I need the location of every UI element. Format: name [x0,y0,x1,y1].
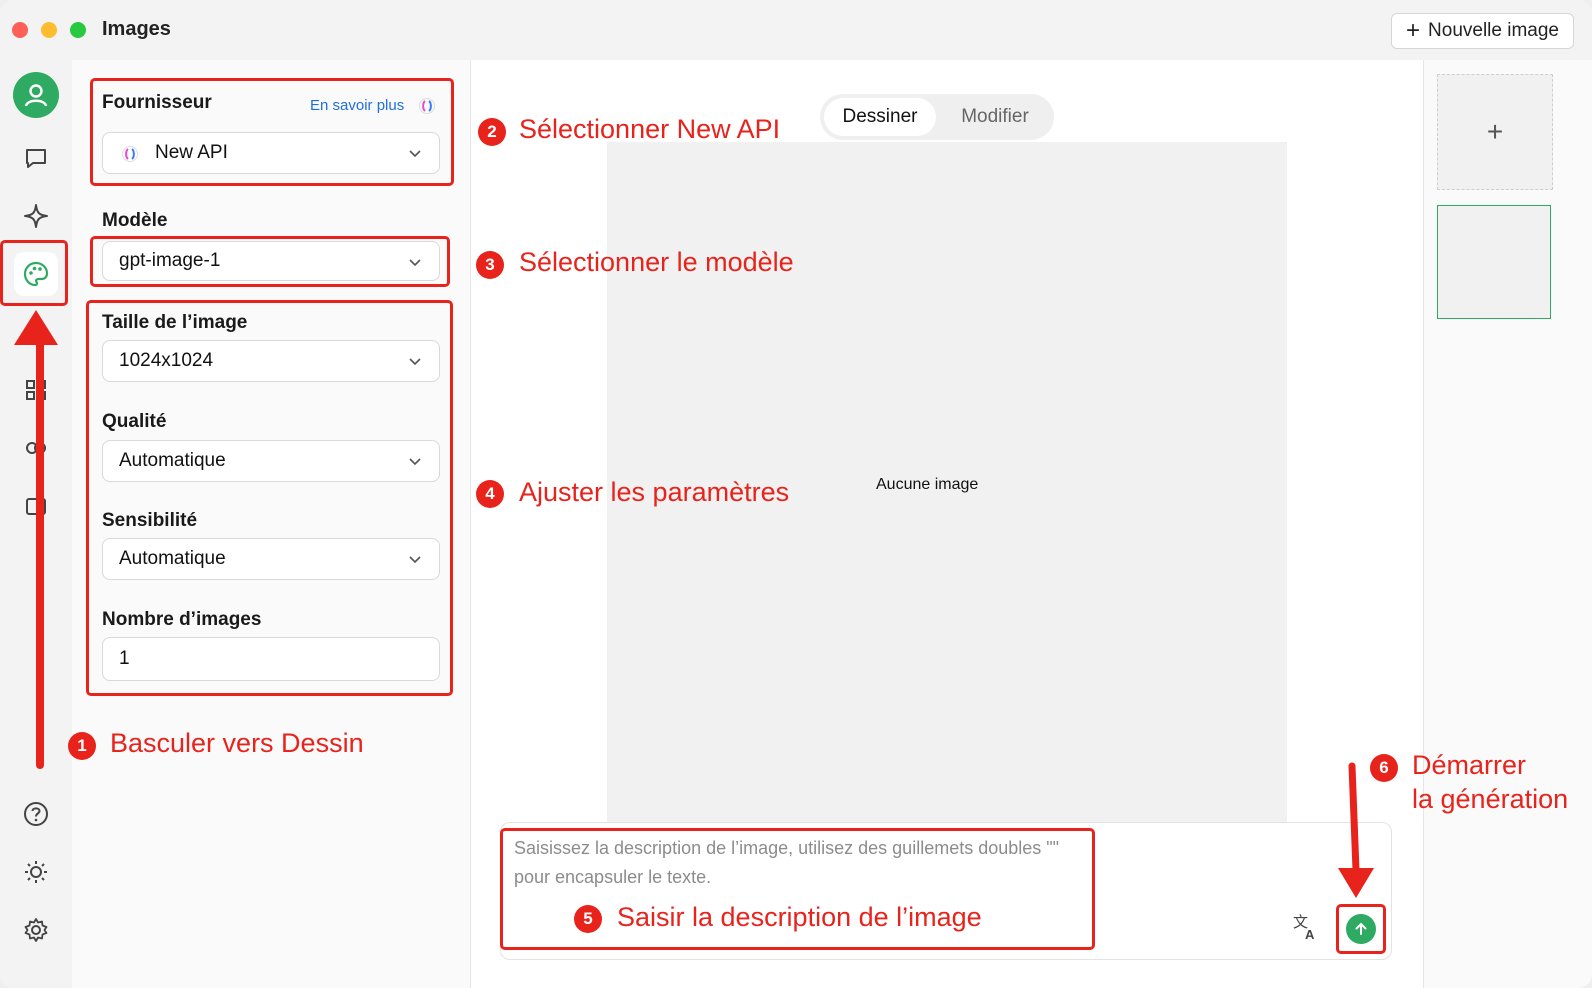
annotation-arrowhead-down [1338,868,1374,898]
annotation-arrows [14,310,1374,898]
annotation-text-6-line1: Démarrer [1412,750,1527,780]
annotation-number-2: 2 [478,118,506,146]
annotation-arrow-down [1348,762,1360,874]
annotation-text-4: Ajuster les paramètres [519,477,790,507]
app-window: Images + Nouvelle image Fournisseur En s… [0,0,1592,988]
annotation-number-3: 3 [476,251,504,279]
annotation-text-2: Sélectionner New API [519,114,781,144]
annotation-text-1: Basculer vers Dessin [110,728,364,758]
annotation-number-1: 1 [68,732,96,760]
annotation-arrowhead-up [14,310,58,345]
annotation-text-5: Saisir la description de l’image [617,902,982,932]
annotation-text-3: Sélectionner le modèle [519,247,794,277]
annotation-number-5: 5 [574,905,602,933]
annotation-number-4: 4 [476,480,504,508]
annotation-number-6: 6 [1370,754,1398,782]
annotation-text-6-line2: la génération [1412,784,1569,814]
